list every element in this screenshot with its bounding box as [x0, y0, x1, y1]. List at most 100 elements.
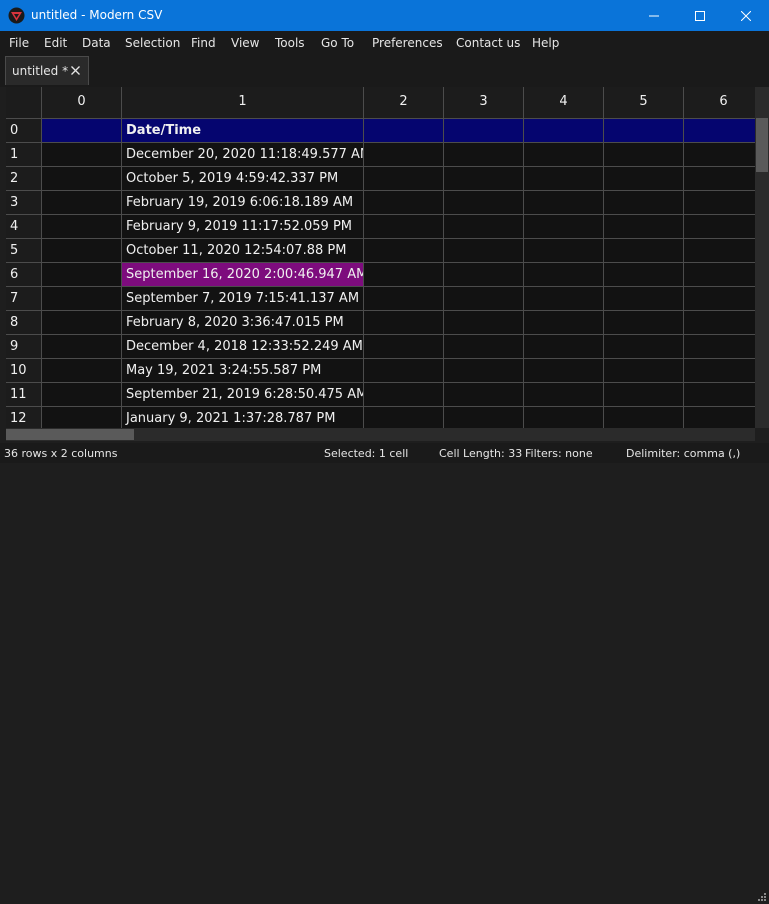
row-header-11[interactable]: 11 — [6, 383, 42, 407]
grid-cell[interactable] — [444, 311, 524, 335]
grid-cell[interactable] — [684, 407, 755, 428]
row-header-12[interactable]: 12 — [6, 407, 42, 428]
menu-edit[interactable]: Edit — [44, 36, 67, 50]
grid-cell[interactable] — [364, 407, 444, 428]
grid-cell[interactable]: October 11, 2020 12:54:07.88 PM — [122, 239, 364, 263]
column-header-6[interactable]: 6 — [684, 87, 755, 119]
grid-cell[interactable] — [364, 383, 444, 407]
grid-cell[interactable] — [524, 383, 604, 407]
tab-close-icon[interactable] — [70, 65, 81, 76]
grid-cell[interactable]: September 7, 2019 7:15:41.137 AM — [122, 287, 364, 311]
grid-cell[interactable] — [42, 407, 122, 428]
grid-cell[interactable] — [364, 263, 444, 287]
menu-preferences[interactable]: Preferences — [372, 36, 443, 50]
grid-cell[interactable]: September 21, 2019 6:28:50.475 AM — [122, 383, 364, 407]
grid-cell[interactable] — [364, 167, 444, 191]
vertical-scrollbar-thumb[interactable] — [756, 118, 768, 172]
grid-cell[interactable] — [684, 239, 755, 263]
grid-cell[interactable]: February 9, 2019 11:17:52.059 PM — [122, 215, 364, 239]
menu-help[interactable]: Help — [532, 36, 559, 50]
row-header-8[interactable]: 8 — [6, 311, 42, 335]
grid-cell[interactable] — [604, 359, 684, 383]
grid-cell[interactable] — [604, 191, 684, 215]
resize-grip-icon[interactable] — [755, 890, 767, 904]
menu-view[interactable]: View — [231, 36, 259, 50]
grid-corner[interactable] — [6, 87, 42, 119]
row-header-7[interactable]: 7 — [6, 287, 42, 311]
row-header-2[interactable]: 2 — [6, 167, 42, 191]
grid-cell[interactable] — [42, 263, 122, 287]
grid-cell[interactable] — [684, 287, 755, 311]
grid-cell[interactable] — [524, 311, 604, 335]
grid-cell[interactable] — [42, 335, 122, 359]
menu-go-to[interactable]: Go To — [321, 36, 354, 50]
menu-file[interactable]: File — [9, 36, 29, 50]
grid-cell[interactable] — [524, 191, 604, 215]
grid-cell[interactable] — [364, 359, 444, 383]
grid-cell[interactable] — [684, 263, 755, 287]
horizontal-scrollbar-thumb[interactable] — [6, 429, 134, 440]
grid-cell[interactable] — [684, 167, 755, 191]
grid-cell[interactable]: February 19, 2019 6:06:18.189 AM — [122, 191, 364, 215]
grid-cell[interactable] — [524, 359, 604, 383]
grid-cell[interactable] — [42, 359, 122, 383]
grid-cell[interactable] — [364, 239, 444, 263]
grid-cell[interactable] — [444, 407, 524, 428]
grid-cell[interactable] — [444, 167, 524, 191]
grid-cell[interactable] — [604, 311, 684, 335]
tab-untitled[interactable]: untitled * — [5, 56, 89, 85]
menu-data[interactable]: Data — [82, 36, 111, 50]
column-header-3[interactable]: 3 — [444, 87, 524, 119]
grid-cell[interactable] — [604, 407, 684, 428]
grid-cell[interactable] — [364, 287, 444, 311]
grid-cell[interactable]: October 5, 2019 4:59:42.337 PM — [122, 167, 364, 191]
grid-cell[interactable] — [42, 143, 122, 167]
grid-cell[interactable] — [524, 335, 604, 359]
grid-cell[interactable] — [364, 143, 444, 167]
row-header-3[interactable]: 3 — [6, 191, 42, 215]
grid-cell[interactable]: December 4, 2018 12:33:52.249 AM — [122, 335, 364, 359]
grid-cell[interactable] — [42, 239, 122, 263]
grid-cell[interactable] — [604, 335, 684, 359]
grid-cell[interactable] — [364, 191, 444, 215]
row-header-1[interactable]: 1 — [6, 143, 42, 167]
grid-cell[interactable] — [444, 383, 524, 407]
row-header-4[interactable]: 4 — [6, 215, 42, 239]
grid-cell[interactable] — [604, 167, 684, 191]
grid-cell[interactable] — [684, 311, 755, 335]
grid-cell[interactable] — [444, 263, 524, 287]
grid-cell[interactable] — [524, 287, 604, 311]
grid-cell[interactable]: December 20, 2020 11:18:49.577 AM — [122, 143, 364, 167]
grid-cell[interactable] — [444, 359, 524, 383]
grid-cell[interactable] — [42, 383, 122, 407]
grid-cell[interactable] — [604, 383, 684, 407]
grid-cell[interactable] — [524, 407, 604, 428]
grid-cell[interactable] — [42, 287, 122, 311]
grid-cell[interactable] — [524, 263, 604, 287]
grid-cell[interactable] — [604, 143, 684, 167]
row-header-6[interactable]: 6 — [6, 263, 42, 287]
minimize-button[interactable] — [631, 0, 677, 31]
grid-cell[interactable] — [524, 215, 604, 239]
grid-cell[interactable]: May 19, 2021 3:24:55.587 PM — [122, 359, 364, 383]
row-header-0[interactable]: 0 — [6, 119, 42, 143]
grid-cell[interactable] — [42, 215, 122, 239]
grid-cell[interactable] — [524, 239, 604, 263]
grid-cell[interactable] — [364, 311, 444, 335]
grid-cell[interactable] — [364, 215, 444, 239]
grid-cell[interactable] — [524, 119, 604, 143]
column-header-4[interactable]: 4 — [524, 87, 604, 119]
grid-cell[interactable] — [364, 335, 444, 359]
grid-cell[interactable] — [604, 287, 684, 311]
grid-cell[interactable] — [444, 239, 524, 263]
grid-cell[interactable] — [42, 167, 122, 191]
close-button[interactable] — [723, 0, 769, 31]
grid-cell[interactable] — [684, 359, 755, 383]
grid-cell[interactable] — [444, 287, 524, 311]
grid-cell[interactable] — [524, 143, 604, 167]
grid-cell[interactable] — [444, 215, 524, 239]
row-header-9[interactable]: 9 — [6, 335, 42, 359]
grid-cell[interactable] — [604, 263, 684, 287]
grid-cell[interactable] — [444, 335, 524, 359]
menu-find[interactable]: Find — [191, 36, 216, 50]
